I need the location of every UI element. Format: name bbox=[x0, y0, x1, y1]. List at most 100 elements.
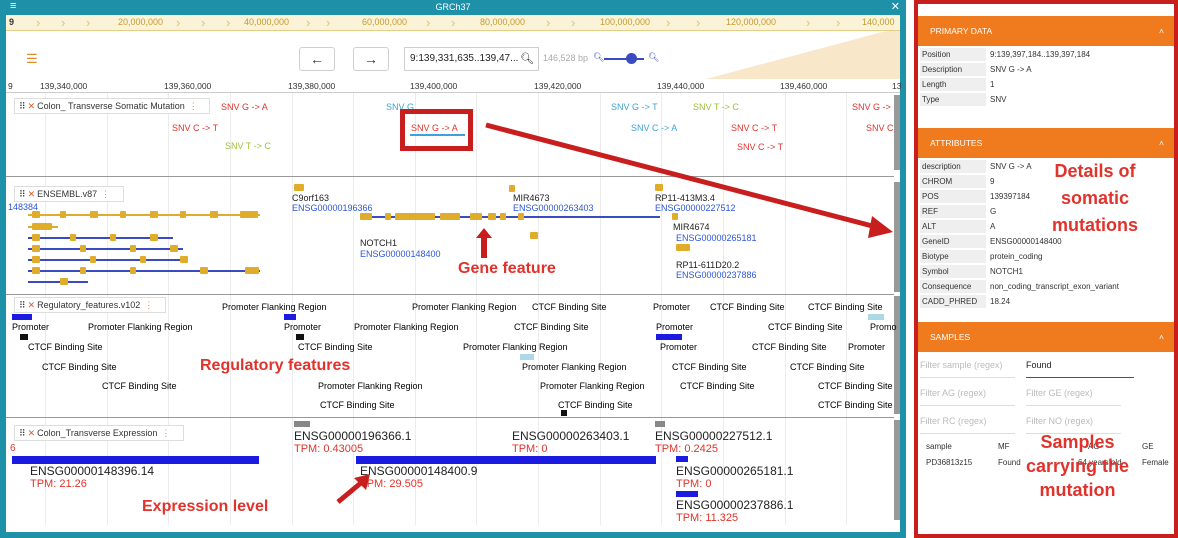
regulatory-label[interactable]: Promoter Flanking Region bbox=[354, 322, 459, 332]
expression-gene-id[interactable]: ENSG00000237886.1 bbox=[676, 498, 793, 512]
regulatory-label[interactable]: CTCF Binding Site bbox=[818, 400, 893, 410]
gene-id[interactable]: ENSG00000263403 bbox=[513, 203, 594, 213]
regulatory-label[interactable]: CTCF Binding Site bbox=[532, 302, 607, 312]
track-name: Colon_Transverse Expression bbox=[37, 428, 158, 438]
regulatory-label[interactable]: CTCF Binding Site bbox=[790, 362, 865, 372]
expression-gene-id[interactable]: ENSG00000148396.14 bbox=[30, 464, 154, 478]
gene-id[interactable]: ENSG00000265181 bbox=[676, 233, 757, 243]
regulatory-label[interactable]: Promoter Flanking Region bbox=[412, 302, 517, 312]
expression-edge-mark: 6 bbox=[10, 443, 16, 454]
kv-key: Position bbox=[920, 48, 986, 61]
regulatory-label[interactable]: CTCF Binding Site bbox=[514, 322, 589, 332]
gene-symbol[interactable]: MIR4674 bbox=[673, 222, 710, 232]
regulatory-label[interactable]: CTCF Binding Site bbox=[102, 381, 177, 391]
regulatory-label[interactable]: Promoter bbox=[656, 322, 693, 332]
filter-sample-input[interactable]: Filter sample (regex) bbox=[920, 360, 1015, 378]
collapse-icon[interactable]: ˄ bbox=[1159, 128, 1164, 158]
regulatory-label[interactable]: Promoter Flanking Region bbox=[88, 322, 193, 332]
expression-gene-id[interactable]: ENSG00000196366.1 bbox=[294, 429, 411, 443]
gene-id[interactable]: ENSG00000237886 bbox=[676, 270, 757, 280]
kv-value: A bbox=[990, 222, 996, 231]
regulatory-label[interactable]: CTCF Binding Site bbox=[558, 400, 633, 410]
gene-symbol[interactable]: C9orf163 bbox=[292, 193, 329, 203]
column-header[interactable]: sample bbox=[926, 440, 952, 453]
column-header[interactable]: GE bbox=[1142, 440, 1154, 453]
kv-key: REF bbox=[920, 205, 986, 218]
kv-key: Description bbox=[920, 63, 986, 76]
regulatory-label[interactable]: CTCF Binding Site bbox=[28, 342, 103, 352]
regulatory-label[interactable]: Promo bbox=[870, 322, 897, 332]
close-track-icon[interactable]: ✕ bbox=[28, 189, 36, 199]
regulatory-label[interactable]: Promoter bbox=[660, 342, 697, 352]
expression-bar[interactable] bbox=[356, 456, 656, 464]
gene-symbol[interactable]: NOTCH1 bbox=[360, 238, 397, 248]
regulatory-label[interactable]: CTCF Binding Site bbox=[320, 400, 395, 410]
gene-symbol[interactable]: RP11-413M3.4 bbox=[655, 193, 715, 203]
expression-gene-id[interactable]: ENSG00000148400.9 bbox=[360, 464, 477, 478]
track-header-regulatory[interactable]: ⠿ ✕ Regulatory_features.v102 ⋮ bbox=[14, 297, 166, 313]
kv-value: SNV bbox=[990, 95, 1007, 104]
filter-mf-input[interactable]: Found bbox=[1026, 360, 1134, 378]
column-header[interactable]: MF bbox=[998, 440, 1010, 453]
drag-handle-icon[interactable]: ⠿ bbox=[19, 189, 26, 199]
drag-handle-icon[interactable]: ⠿ bbox=[19, 428, 26, 438]
collapse-icon[interactable]: ˄ bbox=[1159, 16, 1164, 46]
kv-value: SNV G -> A bbox=[990, 162, 1032, 171]
regulatory-label[interactable]: CTCF Binding Site bbox=[42, 362, 117, 372]
kv-value: 9:139,397,184..139,397,184 bbox=[990, 50, 1091, 59]
kv-key: CADD_PHRED bbox=[920, 295, 986, 308]
kv-value: SNV G -> A bbox=[990, 65, 1032, 74]
regulatory-label[interactable]: Promoter Flanking Region bbox=[222, 302, 327, 312]
track-menu-icon[interactable]: ⋮ bbox=[144, 300, 153, 310]
regulatory-label[interactable]: CTCF Binding Site bbox=[768, 322, 843, 332]
gene-id[interactable]: ENSG00000227512 bbox=[655, 203, 736, 213]
expression-bar[interactable] bbox=[12, 456, 259, 464]
regulatory-label[interactable]: CTCF Binding Site bbox=[710, 302, 785, 312]
kv-value: 1 bbox=[990, 80, 995, 89]
regulatory-label[interactable]: Promoter bbox=[12, 322, 49, 332]
track-menu-icon[interactable]: ⋮ bbox=[161, 428, 170, 438]
collapse-icon[interactable]: ˄ bbox=[1159, 322, 1164, 352]
regulatory-label[interactable]: CTCF Binding Site bbox=[298, 342, 373, 352]
kv-key: GeneID bbox=[920, 235, 986, 248]
section-header-attributes[interactable]: ATTRIBUTES ˄ bbox=[918, 128, 1174, 158]
gene-id[interactable]: ENSG00000148400 bbox=[360, 249, 441, 259]
kv-value: ENSG00000148400 bbox=[990, 237, 1062, 246]
close-track-icon[interactable]: ✕ bbox=[28, 300, 36, 310]
track-name: Regulatory_features.v102 bbox=[37, 300, 141, 310]
regulatory-label[interactable]: Promoter Flanking Region bbox=[463, 342, 568, 352]
kv-key: description bbox=[920, 160, 986, 173]
filter-ag-input[interactable]: Filter AG (regex) bbox=[920, 388, 1015, 406]
close-track-icon[interactable]: ✕ bbox=[28, 428, 36, 438]
kv-value: non_coding_transcript_exon_variant bbox=[990, 282, 1119, 291]
regulatory-label[interactable]: Promoter Flanking Region bbox=[540, 381, 645, 391]
expression-gene-id[interactable]: ENSG00000227512.1 bbox=[655, 429, 772, 443]
track-header-ensembl[interactable]: ⠿ ✕ ENSEMBL.v87 ⋮ bbox=[14, 186, 124, 202]
section-header-primary[interactable]: PRIMARY DATA ˄ bbox=[918, 16, 1174, 46]
regulatory-label[interactable]: Promoter bbox=[653, 302, 690, 312]
track-menu-icon[interactable]: ⋮ bbox=[101, 189, 110, 199]
expression-tpm: TPM: 11.325 bbox=[676, 512, 739, 524]
expression-gene-id[interactable]: ENSG00000263403.1 bbox=[512, 429, 629, 443]
kv-value: 18.24 bbox=[990, 297, 1011, 306]
drag-handle-icon[interactable]: ⠿ bbox=[19, 300, 26, 310]
regulatory-label[interactable]: CTCF Binding Site bbox=[672, 362, 747, 372]
section-title: PRIMARY DATA bbox=[930, 26, 993, 36]
regulatory-label[interactable]: Promoter Flanking Region bbox=[522, 362, 627, 372]
gene-symbol[interactable]: RP11-611D20.2 bbox=[676, 260, 739, 270]
regulatory-label[interactable]: Promoter bbox=[848, 342, 885, 352]
track-header-expression[interactable]: ⠿ ✕ Colon_Transverse Expression ⋮ bbox=[14, 425, 184, 441]
gene-id[interactable]: ENSG00000196366 bbox=[292, 203, 373, 213]
filter-rc-input[interactable]: Filter RC (regex) bbox=[920, 416, 1015, 434]
annotation-details: Details of somatic mutations bbox=[1052, 161, 1139, 235]
section-header-samples[interactable]: SAMPLES ˄ bbox=[918, 322, 1174, 352]
gene-symbol[interactable]: MIR4673 bbox=[513, 193, 550, 203]
regulatory-label[interactable]: CTCF Binding Site bbox=[680, 381, 755, 391]
regulatory-label[interactable]: CTCF Binding Site bbox=[808, 302, 883, 312]
regulatory-label[interactable]: CTCF Binding Site bbox=[752, 342, 827, 352]
regulatory-label[interactable]: Promoter Flanking Region bbox=[318, 381, 423, 391]
regulatory-label[interactable]: CTCF Binding Site bbox=[818, 381, 893, 391]
filter-ge-input[interactable]: Filter GE (regex) bbox=[1026, 388, 1121, 406]
expression-gene-id[interactable]: ENSG00000265181.1 bbox=[676, 464, 793, 478]
regulatory-label[interactable]: Promoter bbox=[284, 322, 321, 332]
